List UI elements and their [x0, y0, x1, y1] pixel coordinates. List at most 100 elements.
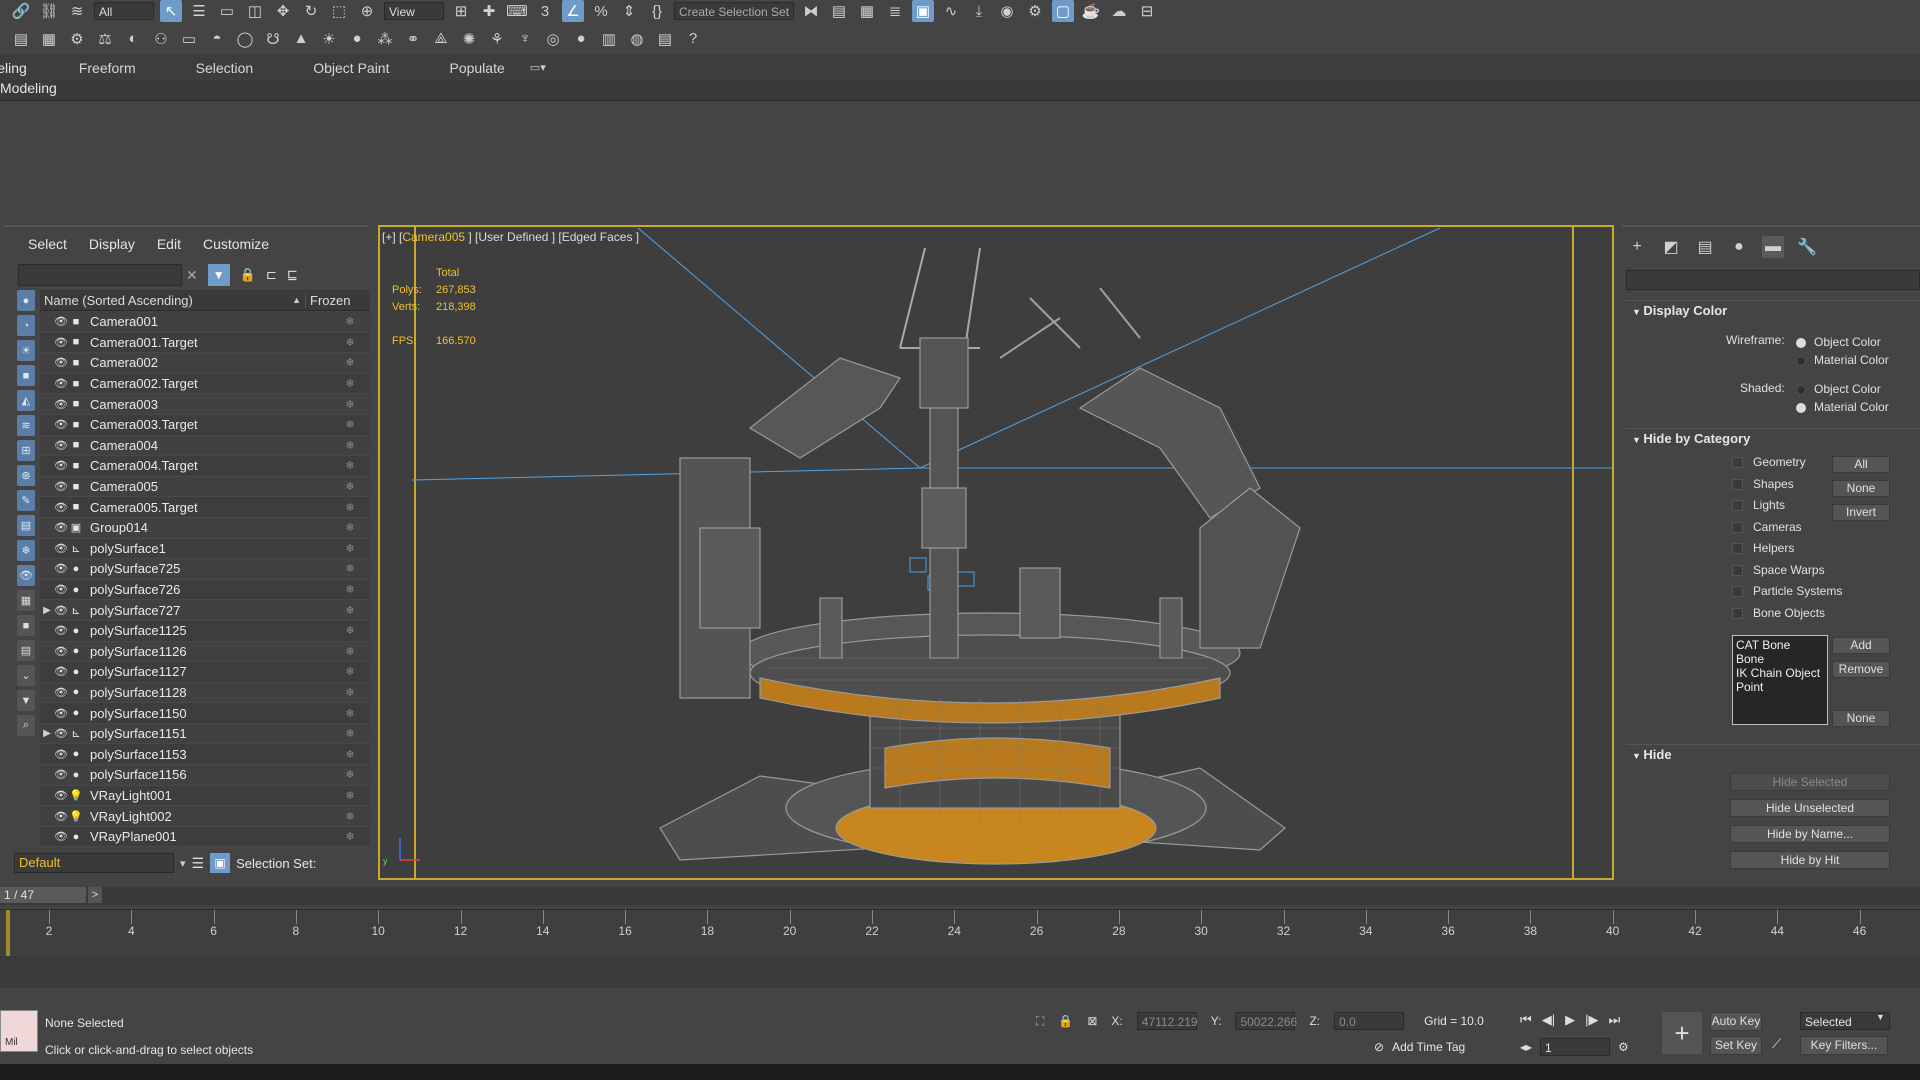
- freeze-icon[interactable]: ❄: [330, 398, 370, 411]
- bone-category-item[interactable]: IK Chain Object: [1736, 666, 1824, 680]
- visibility-eye-icon[interactable]: 👁: [54, 542, 68, 555]
- visibility-eye-icon[interactable]: 👁: [54, 315, 68, 328]
- freeze-icon[interactable]: ❄: [330, 604, 370, 617]
- tab-freeform[interactable]: Freeform: [57, 60, 158, 76]
- document-icon[interactable]: ▤: [654, 28, 676, 50]
- category-list-none-button[interactable]: None: [1832, 710, 1890, 727]
- category-checkbox[interactable]: Cameras: [1732, 520, 1842, 542]
- sphere-light-icon[interactable]: ◯: [234, 28, 256, 50]
- absolute-mode-icon[interactable]: ⊠: [1087, 1014, 1097, 1028]
- shaded-object-color-radio[interactable]: Object Color: [1796, 382, 1881, 396]
- visibility-eye-icon[interactable]: 👁: [54, 665, 68, 678]
- scene-object-row[interactable]: 👁 ● polySurface1150 ❄: [40, 703, 370, 724]
- goto-start-icon[interactable]: ⏮: [1520, 1012, 1532, 1028]
- mesh-export-icon[interactable]: ⟁: [430, 28, 452, 50]
- freeze-icon[interactable]: ❄: [330, 707, 370, 720]
- scene-object-row[interactable]: ▶ 👁 ⊾ polySurface1151 ❄: [40, 723, 370, 745]
- command-panel-search[interactable]: [1626, 270, 1920, 290]
- display-frozen-icon[interactable]: ❄: [17, 540, 35, 561]
- render-icon[interactable]: ☕: [1080, 0, 1102, 22]
- select-by-name-icon[interactable]: ☰: [188, 0, 210, 22]
- category-checkbox[interactable]: Particle Systems: [1732, 584, 1842, 606]
- category-checkbox[interactable]: Space Warps: [1732, 563, 1842, 585]
- visibility-eye-icon[interactable]: 👁: [54, 501, 68, 514]
- freeze-icon[interactable]: ❄: [330, 336, 370, 349]
- freeze-icon[interactable]: ❄: [330, 665, 370, 678]
- filter-combo-icon[interactable]: ▼: [17, 690, 35, 711]
- freeze-icon[interactable]: ❄: [330, 810, 370, 823]
- clear-search-icon[interactable]: ✕: [186, 267, 198, 284]
- grid-icon[interactable]: ⊟: [1136, 0, 1158, 22]
- ribbon-options-icon[interactable]: ▭▾: [527, 57, 549, 79]
- scene-object-row[interactable]: 👁 ● polySurface1153 ❄: [40, 744, 370, 766]
- freeze-icon[interactable]: ❄: [330, 768, 370, 781]
- display-spacewarps-icon[interactable]: ≋: [17, 415, 35, 436]
- find-icon[interactable]: ⌕: [17, 715, 35, 736]
- visibility-eye-icon[interactable]: 👁: [54, 830, 68, 843]
- select-object-icon[interactable]: ↖: [160, 0, 182, 22]
- display-none-icon[interactable]: ■: [17, 615, 35, 636]
- category-add-button[interactable]: Add: [1832, 637, 1890, 654]
- visibility-eye-icon[interactable]: 👁: [54, 336, 68, 349]
- menu-select[interactable]: Select: [28, 236, 77, 252]
- scene-object-row[interactable]: 👁 ● polySurface726 ❄: [40, 579, 370, 601]
- category-none-button[interactable]: None: [1832, 480, 1890, 497]
- category-all-button[interactable]: All: [1832, 456, 1890, 473]
- category-checkbox[interactable]: Bone Objects: [1732, 606, 1842, 628]
- scale-icon[interactable]: ⬚: [328, 0, 350, 22]
- freeze-icon[interactable]: ❄: [330, 542, 370, 555]
- visibility-eye-icon[interactable]: 👁: [54, 707, 68, 720]
- utilities-tab-icon[interactable]: 🔧: [1796, 236, 1818, 258]
- rendered-frame-icon[interactable]: ▢: [1052, 0, 1074, 22]
- mirror-icon[interactable]: ⧓: [800, 0, 822, 22]
- hide-unselected-button[interactable]: Hide Unselected: [1730, 799, 1890, 817]
- column-name[interactable]: Name (Sorted Ascending): [40, 293, 292, 308]
- display-bones-icon[interactable]: ✎: [17, 490, 35, 511]
- align-icon[interactable]: ▤: [828, 0, 850, 22]
- edit-named-selection-icon[interactable]: {}: [646, 0, 668, 22]
- isolate-icon[interactable]: ⛶: [1036, 1014, 1044, 1029]
- layer-explorer-icon[interactable]: ▦: [856, 0, 878, 22]
- selection-set-icon[interactable]: ▣: [210, 853, 231, 873]
- visibility-eye-icon[interactable]: 👁: [54, 789, 68, 802]
- scene-object-row[interactable]: 👁 ■ Camera003.Target ❄: [40, 414, 370, 436]
- visibility-eye-icon[interactable]: 👁: [54, 439, 68, 452]
- freeze-icon[interactable]: ❄: [330, 830, 370, 843]
- curve-editor-icon[interactable]: ∿: [940, 0, 962, 22]
- render-element-icon[interactable]: ⚇: [150, 28, 172, 50]
- time-tag[interactable]: ⊘ Add Time Tag: [1374, 1040, 1465, 1054]
- shaded-material-color-radio[interactable]: Material Color: [1796, 400, 1889, 414]
- material-editor-icon[interactable]: ◉: [996, 0, 1018, 22]
- category-checkbox[interactable]: Shapes: [1732, 477, 1842, 499]
- next-frame-icon[interactable]: |▶: [1585, 1012, 1598, 1028]
- visibility-eye-icon[interactable]: 👁: [54, 645, 68, 658]
- freeze-icon[interactable]: ❄: [330, 480, 370, 493]
- sun-icon[interactable]: ☀: [318, 28, 340, 50]
- hide-header[interactable]: ▼ Hide: [1626, 745, 1920, 764]
- asset-tracking-icon[interactable]: ⚙: [66, 28, 88, 50]
- hide-by-category-header[interactable]: ▼ Hide by Category: [1626, 429, 1920, 448]
- scene-object-row[interactable]: 👁 ■ Camera002 ❄: [40, 353, 370, 374]
- spinner-snap-icon[interactable]: ⇕: [618, 0, 640, 22]
- selection-lock-icon[interactable]: 🔒: [1058, 1014, 1073, 1028]
- display-cameras-icon[interactable]: ■: [17, 365, 35, 386]
- visibility-eye-icon[interactable]: 👁: [54, 459, 68, 472]
- layers-stack-icon[interactable]: ☰: [192, 855, 205, 872]
- visibility-eye-icon[interactable]: 👁: [54, 377, 68, 390]
- vray-icon[interactable]: ◐: [122, 28, 144, 50]
- scene-object-row[interactable]: 👁 ● polySurface1156 ❄: [40, 765, 370, 786]
- display-lights-icon[interactable]: ☀: [17, 340, 35, 361]
- freeze-icon[interactable]: ❄: [330, 686, 370, 699]
- ambient-light-icon[interactable]: ●: [346, 28, 368, 50]
- lock-icon[interactable]: 🔒: [240, 267, 256, 283]
- scene-object-row[interactable]: 👁 ● polySurface725 ❄: [40, 559, 370, 580]
- scene-object-row[interactable]: 👁 💡 VRayLight002 ❄: [40, 806, 370, 827]
- scene-object-row[interactable]: 👁 ● polySurface1128 ❄: [40, 682, 370, 704]
- display-tab-icon[interactable]: ▬: [1762, 236, 1784, 258]
- tab-selection[interactable]: Selection: [174, 60, 276, 76]
- expand-arrow-icon[interactable]: ▶: [40, 605, 54, 616]
- explorer-search-input[interactable]: [18, 264, 182, 286]
- visibility-eye-icon[interactable]: 👁: [54, 356, 68, 369]
- ribbon-panel-label[interactable]: Modeling: [0, 80, 57, 96]
- scene-object-row[interactable]: 👁 ■ Camera001 ❄: [40, 312, 370, 333]
